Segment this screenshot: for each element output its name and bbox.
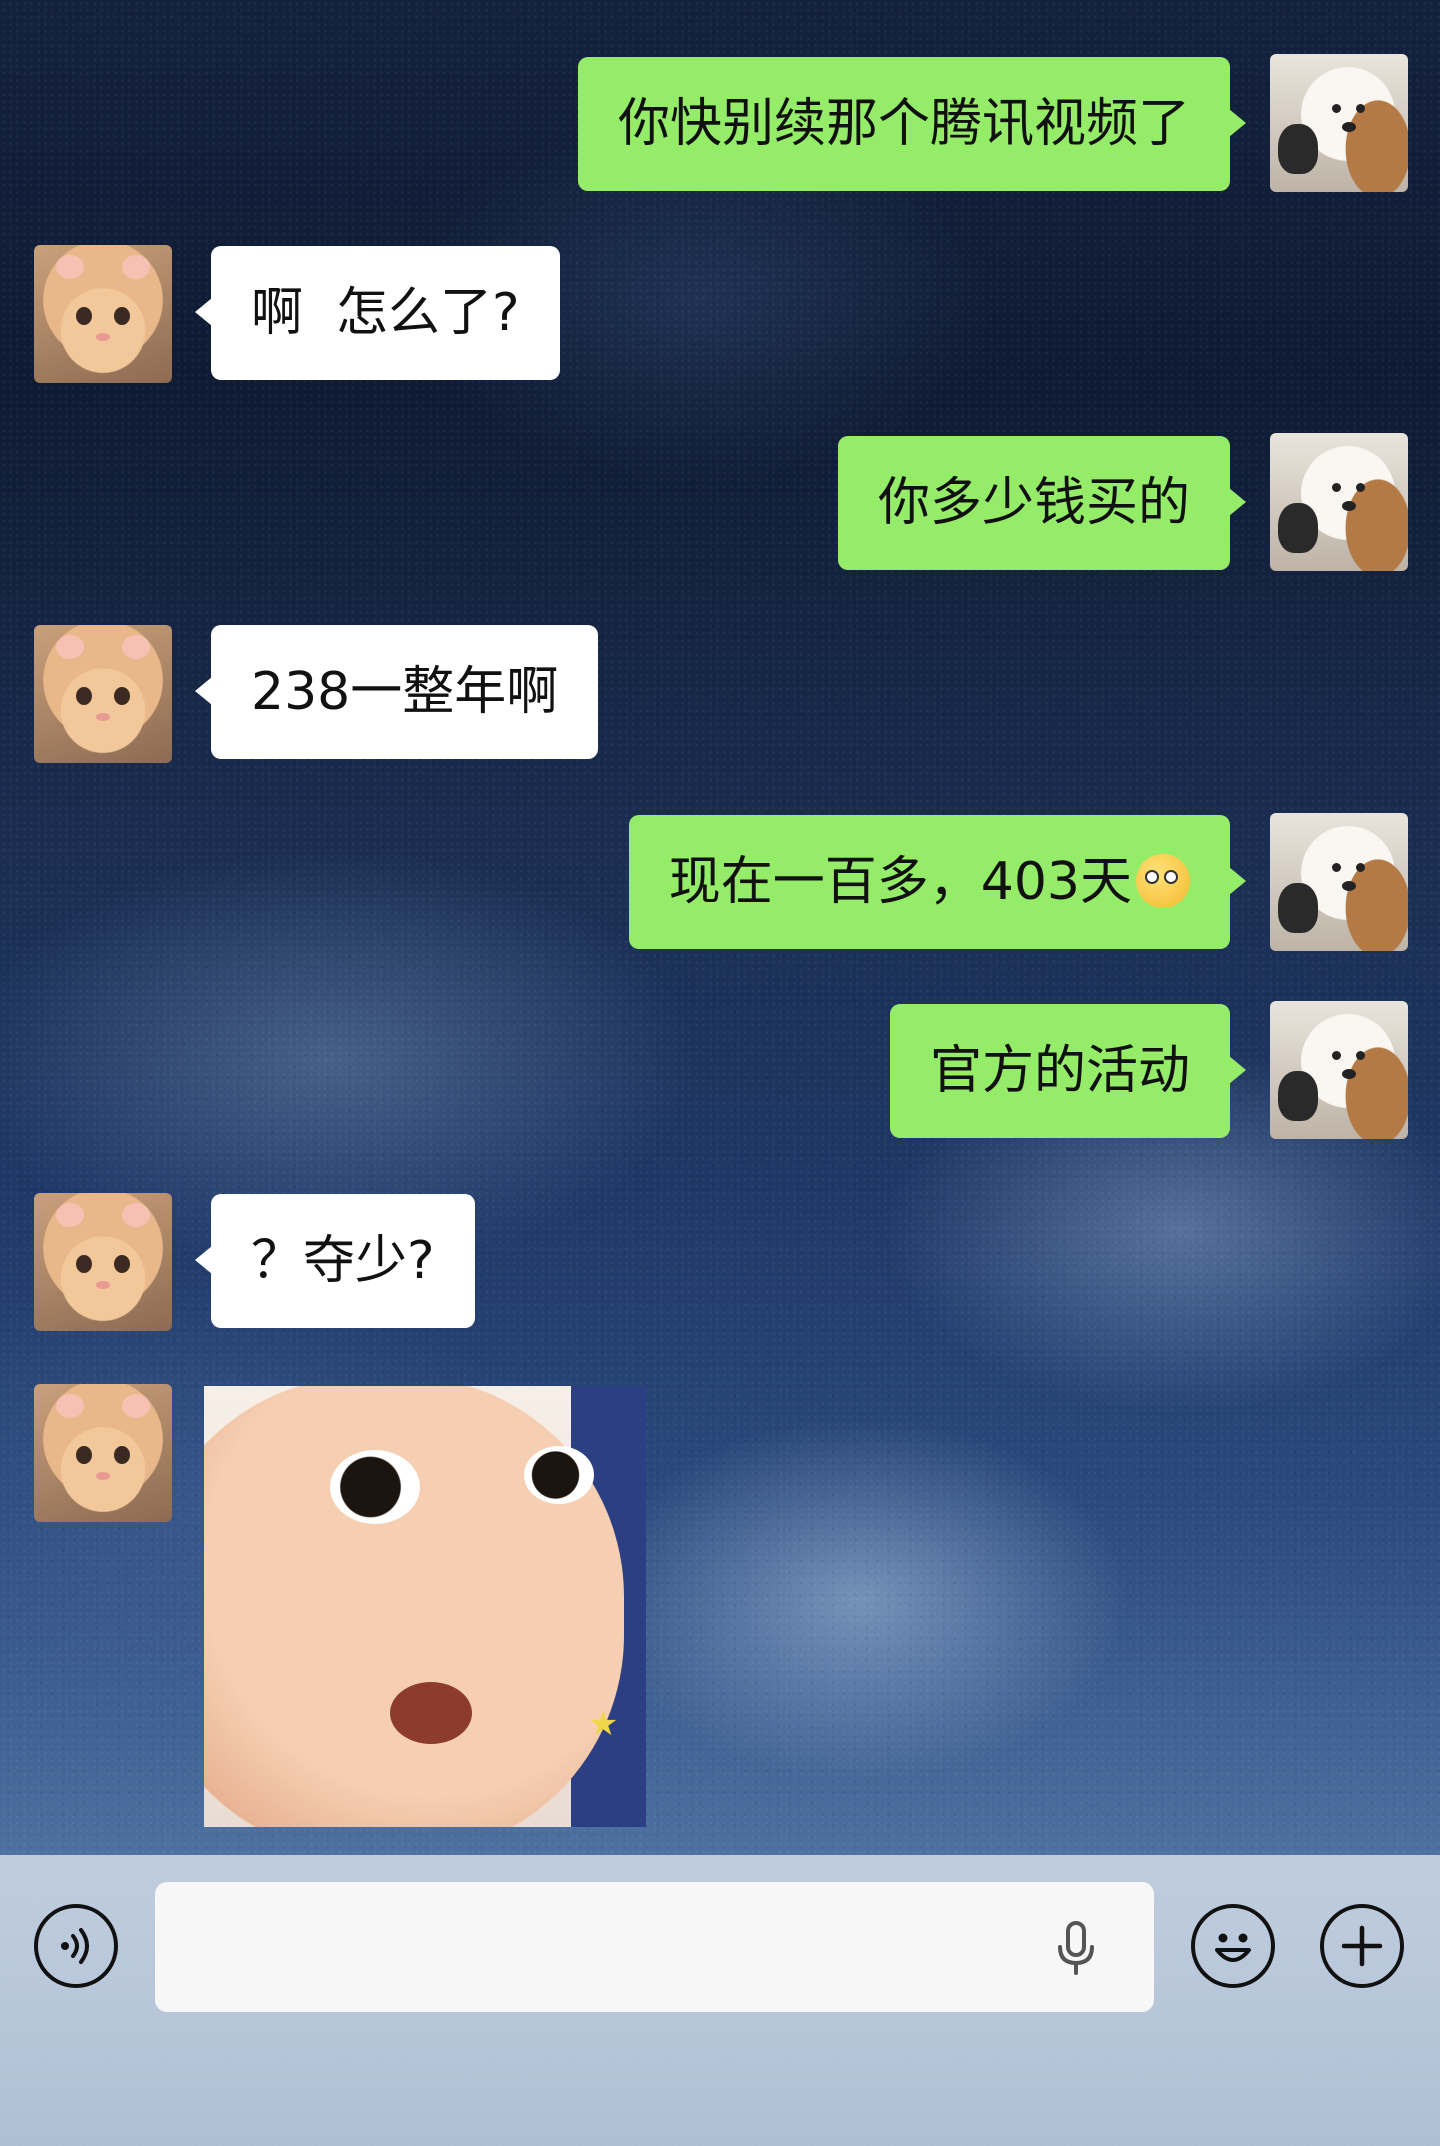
avatar-eye <box>1332 1051 1341 1060</box>
outgoing-message-bubble[interactable]: 官方的活动 <box>889 1004 1247 1138</box>
contact-avatar[interactable] <box>34 1384 172 1522</box>
avatar-nose <box>1342 881 1356 891</box>
avatar-eye <box>114 687 130 705</box>
avatar-eye <box>1356 863 1365 872</box>
message-text: 你多少钱买的 <box>877 473 1190 533</box>
avatar-ear <box>56 1394 84 1418</box>
avatar-eye <box>1332 483 1341 492</box>
avatar-eye <box>1356 104 1365 113</box>
message-input[interactable] <box>155 1882 1154 2012</box>
contact-avatar[interactable] <box>34 245 172 383</box>
avatar-nose <box>1342 122 1356 132</box>
avatar-ear <box>56 635 84 659</box>
avatar-ear <box>56 255 84 279</box>
avatar-ear <box>122 1203 150 1227</box>
message-text: 现在一百多，403天 <box>668 852 1132 912</box>
avatar-eye <box>1356 483 1365 492</box>
sticker-eye <box>330 1450 420 1524</box>
outgoing-message-bubble[interactable]: 你多少钱买的 <box>837 436 1247 570</box>
incoming-message-bubble[interactable]: ？夺少? <box>195 1194 475 1328</box>
microphone-icon[interactable] <box>1055 1920 1097 1976</box>
message-text: 238一整年啊 <box>251 662 559 722</box>
plus-icon <box>1341 1925 1383 1967</box>
contact-avatar[interactable] <box>34 625 172 763</box>
avatar-eye <box>1332 863 1341 872</box>
avatar-eye <box>76 1255 92 1273</box>
message-text: ？夺少? <box>251 1231 435 1291</box>
my-avatar[interactable] <box>1270 433 1408 571</box>
my-avatar[interactable] <box>1270 1001 1408 1139</box>
avatar-ear <box>122 635 150 659</box>
avatar-ear <box>122 255 150 279</box>
contact-avatar[interactable] <box>34 1193 172 1331</box>
avatar-nose <box>96 1472 110 1480</box>
avatar-eye <box>76 307 92 325</box>
my-avatar[interactable] <box>1270 54 1408 192</box>
incoming-message-bubble[interactable]: 啊 怎么了? <box>195 246 560 380</box>
outgoing-message-bubble[interactable]: 你快别续那个腾讯视频了 <box>577 57 1247 191</box>
my-avatar[interactable] <box>1270 813 1408 951</box>
avatar-toy <box>1278 1071 1318 1121</box>
smiley-icon <box>1215 1933 1251 1962</box>
voice-wave-icon <box>61 1928 89 1964</box>
surprised-baby-sticker[interactable]: ★ <box>204 1386 646 1827</box>
avatar-nose <box>96 713 110 721</box>
avatar-toy <box>1278 883 1318 933</box>
star-icon: ★ <box>588 1704 619 1744</box>
avatar-eye <box>1356 1051 1365 1060</box>
avatar-eye <box>114 1255 130 1273</box>
avatar-nose <box>96 1281 110 1289</box>
more-options-button[interactable] <box>1320 1904 1404 1988</box>
voice-input-button[interactable] <box>34 1904 118 1988</box>
emoji-button[interactable] <box>1191 1904 1275 1988</box>
avatar-eye <box>76 687 92 705</box>
message-text: 你快别续那个腾讯视频了 <box>617 94 1190 154</box>
sticker-mouth <box>390 1682 472 1744</box>
avatar-eye <box>76 1446 92 1464</box>
avatar-nose <box>96 333 110 341</box>
avatar-eye <box>114 307 130 325</box>
avatar-ear <box>122 1394 150 1418</box>
avatar-eye <box>1332 104 1341 113</box>
avatar-toy <box>1278 503 1318 553</box>
message-text: 官方的活动 <box>929 1041 1190 1101</box>
avatar-nose <box>1342 1069 1356 1079</box>
avatar-eye <box>114 1446 130 1464</box>
incoming-message-bubble[interactable]: 238一整年啊 <box>194 625 599 759</box>
squint-emoji-icon <box>1136 854 1190 908</box>
message-text: 啊 怎么了? <box>251 283 520 343</box>
avatar-nose <box>1342 501 1356 511</box>
outgoing-message-bubble[interactable]: 现在一百多，403天 <box>628 815 1247 949</box>
sticker-eye <box>524 1446 594 1504</box>
avatar-toy <box>1278 124 1318 174</box>
avatar-ear <box>56 1203 84 1227</box>
